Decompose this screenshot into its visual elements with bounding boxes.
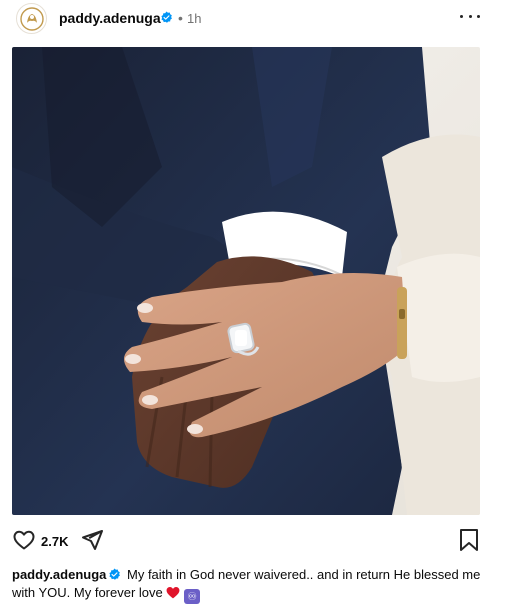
likes-count[interactable]: 2.7K (41, 534, 68, 549)
post-time[interactable]: 1h (187, 11, 201, 26)
lion-crest-logo-icon (19, 6, 44, 31)
paper-plane-icon[interactable] (80, 528, 104, 552)
separator-dot: • (178, 10, 183, 26)
post-header: paddy.adenuga • 1h (0, 0, 510, 40)
red-heart-emoji-icon (166, 586, 180, 599)
avatar[interactable] (16, 3, 47, 34)
verified-badge-icon (161, 11, 172, 23)
more-options-icon[interactable] (460, 6, 480, 26)
post-username[interactable]: paddy.adenuga (59, 10, 161, 26)
heart-outline-icon[interactable] (12, 528, 36, 552)
verified-badge-icon (109, 568, 121, 580)
post-actions: 2.7K (0, 525, 510, 557)
infinity-emoji-icon: ♾ (184, 589, 200, 604)
wedding-ring-hands-image (12, 47, 480, 515)
post-caption: paddy.adenuga My faith in God never waiv… (12, 566, 482, 604)
caption-username[interactable]: paddy.adenuga (12, 567, 106, 582)
bookmark-icon[interactable] (458, 528, 480, 552)
post-photo[interactable] (12, 47, 480, 515)
